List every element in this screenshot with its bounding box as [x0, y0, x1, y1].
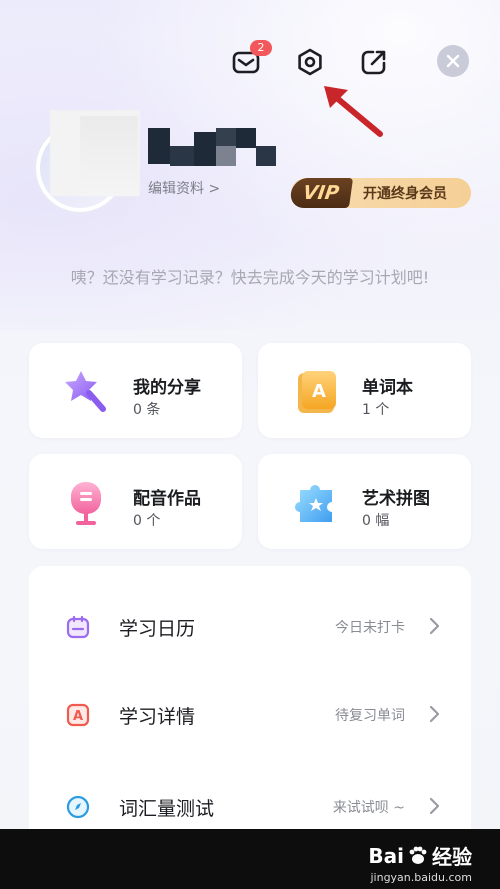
list-item-study-calendar[interactable]: 学习日历 今日未打卡 — [29, 596, 471, 656]
card-title: 艺术拼图 — [362, 489, 430, 509]
watermark-brand-suffix: 经验 — [432, 845, 472, 869]
list-item-status: 今日未打卡 — [335, 620, 405, 636]
settings-hexagon-icon — [298, 48, 322, 76]
close-button[interactable] — [437, 45, 469, 77]
settings-button[interactable] — [292, 44, 328, 80]
baidu-jingyan-watermark: Bai 经验 jingyan.baidu.com — [368, 841, 472, 885]
letter-a-icon: A — [66, 703, 90, 727]
list-item-status: 待复习单词 — [335, 708, 405, 724]
list-item-label: 学习详情 — [119, 706, 196, 728]
vip-label: 开通终身会员 — [363, 186, 447, 202]
card-count: 0 条 — [133, 402, 161, 418]
list-item-label: 词汇量测试 — [119, 798, 215, 820]
watermark-brand: Bai — [368, 843, 404, 868]
card-art-puzzle[interactable]: 艺术拼图 0 幅 — [258, 454, 471, 549]
card-count: 1 个 — [362, 402, 390, 418]
share-button[interactable] — [356, 44, 392, 80]
list-item-status: 来试试呗 ~ — [332, 800, 405, 816]
magic-wand-star-icon — [65, 371, 106, 412]
annotation-arrow-icon — [324, 86, 383, 137]
list-item-study-details[interactable]: A 学习详情 待复习单词 — [29, 684, 471, 744]
card-title: 我的分享 — [133, 378, 201, 398]
paw-logo-icon — [409, 846, 427, 864]
card-vocabulary-book[interactable]: A 单词本 1 个 — [258, 343, 471, 438]
list-item-label: 学习日历 — [119, 618, 196, 640]
avatar-redaction-mosaic — [80, 116, 138, 196]
bottom-bar: Bai 经验 jingyan.baidu.com — [0, 829, 500, 889]
share-out-icon — [361, 50, 386, 75]
edit-profile-link[interactable]: 编辑资料 > — [148, 178, 220, 198]
vocabulary-book-icon: A — [298, 371, 336, 413]
vip-membership-button[interactable]: VIP 开通终身会员 — [288, 178, 471, 208]
card-count: 0 幅 — [362, 513, 390, 529]
card-my-shares[interactable]: 我的分享 0 条 — [29, 343, 242, 438]
puzzle-piece-icon — [295, 484, 332, 522]
feature-list: 学习日历 今日未打卡 A 学习详情 待复习单词 词汇量测试 来试试呗 ~ — [29, 566, 471, 846]
calendar-icon — [66, 615, 90, 639]
vip-logo: VIP — [288, 178, 354, 208]
watermark-url: jingyan.baidu.com — [370, 871, 472, 884]
list-item-vocabulary-test[interactable]: 词汇量测试 来试试呗 ~ — [29, 776, 471, 836]
chevron-right-icon — [429, 617, 440, 635]
card-title: 单词本 — [362, 378, 413, 398]
close-icon — [446, 54, 460, 68]
svg-text:A: A — [312, 381, 326, 402]
chevron-right-icon — [429, 797, 440, 815]
compass-icon — [66, 795, 90, 819]
microphone-icon — [71, 482, 101, 525]
chevron-right-icon — [429, 705, 440, 723]
card-title: 配音作品 — [133, 489, 201, 509]
card-dubbing-works[interactable]: 配音作品 0 个 — [29, 454, 242, 549]
mail-unread-badge: 2 — [250, 40, 272, 56]
empty-record-hint: 咦？还没有学习记录？快去完成今天的学习计划吧! — [70, 268, 430, 287]
card-count: 0 个 — [133, 513, 161, 529]
svg-text:A: A — [73, 709, 83, 724]
